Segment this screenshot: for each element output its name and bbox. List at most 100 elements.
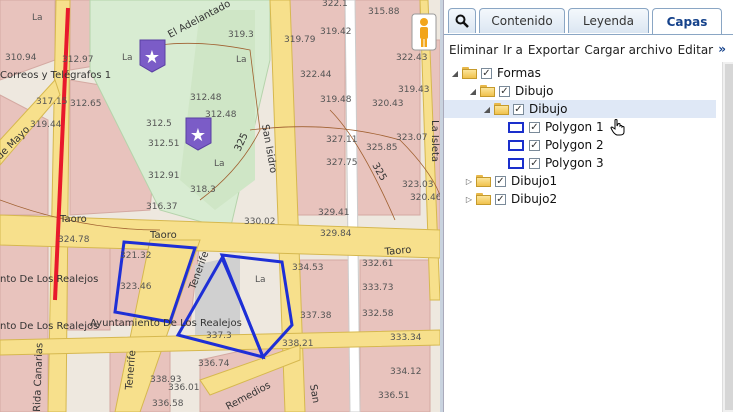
spot-height-label: 325.85	[366, 143, 398, 153]
spot-height-label: 333.73	[362, 283, 394, 293]
spot-height-label: 319.42	[320, 27, 352, 37]
spot-height-label: 332.61	[362, 259, 394, 269]
spot-height-label: 337.38	[300, 311, 332, 321]
map-canvas[interactable]: ★ ★ TaoroTaoroTaoroSan Isidro La IsletaRe…	[0, 0, 440, 412]
checkbox-checked[interactable]: ✓	[529, 139, 540, 151]
street-label: Correos y Telégrafos 1	[0, 69, 111, 81]
edit-button[interactable]: Editar	[678, 43, 714, 57]
street-label: nto De Los Realejos	[0, 274, 98, 285]
tree-node-polygon-1[interactable]: ✓ Polygon 1	[508, 118, 626, 136]
polygon-symbol-icon	[508, 139, 524, 151]
spot-height-label: 330.02	[244, 217, 276, 227]
tab-contenido[interactable]: Contenido	[479, 8, 565, 33]
spot-height-label: 327.11	[326, 135, 358, 145]
street-view-pegman-icon[interactable]	[411, 13, 437, 51]
svg-text:★: ★	[190, 125, 206, 146]
spot-height-label: 323.03	[402, 180, 434, 190]
scrollbar-thumb[interactable]	[725, 64, 733, 410]
street-label: nto De Los Realejos	[0, 321, 98, 332]
tree-node-label: Formas	[497, 66, 541, 80]
spot-height-label: 323.46	[120, 282, 152, 292]
checkbox-checked[interactable]: ✓	[495, 193, 506, 205]
spot-height-label: 334.53	[292, 263, 324, 273]
tree-node-dibujo1[interactable]: ▷ ✓ Dibujo1	[464, 172, 557, 190]
tab-leyenda[interactable]: Leyenda	[568, 8, 649, 33]
spot-height-label: 320.43	[372, 99, 404, 109]
area-label: La	[214, 159, 225, 169]
spot-height-label: 332.58	[362, 309, 394, 319]
spot-height-label: 312.97	[62, 55, 94, 65]
expand-arrow-icon[interactable]: ▷	[464, 195, 474, 204]
svg-text:★: ★	[144, 47, 160, 68]
folder-open-icon	[480, 85, 496, 97]
layer-tree: ◢ ✓ Formas ◢ ✓ Dibujo ◢ ✓ Dibujo ✓ Polyg…	[444, 62, 722, 412]
checkbox-checked[interactable]: ✓	[529, 157, 540, 169]
spot-height-label: 329.84	[320, 229, 352, 239]
checkbox-checked[interactable]: ✓	[481, 67, 492, 79]
map-view[interactable]: ★ ★ Taoro Taoro Taoro San Isidro La Isleta Re…	[0, 0, 440, 412]
export-button[interactable]: Exportar	[528, 43, 580, 57]
tree-node-polygon-3[interactable]: ✓ Polygon 3	[508, 154, 604, 172]
spot-height-label: 323.07	[396, 133, 428, 143]
goto-button[interactable]: Ir a	[503, 43, 523, 57]
spot-height-label: 324.78	[58, 235, 90, 245]
tree-node-label: Dibujo	[515, 84, 554, 98]
collapse-arrow-icon[interactable]: ◢	[450, 69, 460, 78]
panel-tabs: Contenido Leyenda Capas	[444, 0, 733, 35]
spot-height-label: 315.88	[368, 7, 400, 17]
area-label: La	[236, 55, 247, 65]
tree-node-dibujo-layer[interactable]: ◢ ✓ Dibujo	[444, 100, 716, 118]
tree-node-label: Dibujo	[529, 102, 568, 116]
collapse-arrow-icon[interactable]: ◢	[468, 87, 478, 96]
spot-height-label: 336.01	[168, 383, 200, 393]
poi-star-marker[interactable]: ★	[139, 39, 166, 73]
spot-height-label: 312.51	[148, 139, 180, 149]
spot-height-label: 312.48	[190, 93, 222, 103]
spot-height-label: 333.34	[390, 333, 422, 343]
street-label: Ayuntamiento De Los Realejos	[90, 318, 242, 329]
layers-panel: Contenido Leyenda Capas Eliminar Ir a Ex…	[443, 0, 733, 412]
spot-height-label: 320.46	[410, 193, 440, 203]
checkbox-checked[interactable]: ✓	[513, 103, 524, 115]
expand-arrow-icon[interactable]: ▷	[464, 177, 474, 186]
area-label: La	[122, 53, 133, 63]
folder-open-icon	[494, 103, 510, 115]
checkbox-checked[interactable]: ✓	[529, 121, 540, 133]
spot-height-label: 327.75	[326, 158, 358, 168]
toolbar-overflow-button[interactable]: »	[718, 42, 726, 56]
spot-height-label: 336.74	[198, 359, 230, 369]
tree-node-dibujo-group[interactable]: ◢ ✓ Dibujo	[468, 82, 554, 100]
checkbox-checked[interactable]: ✓	[495, 175, 506, 187]
spot-height-label: 338.21	[282, 339, 314, 349]
search-tab[interactable]	[448, 8, 476, 33]
area-label: La	[32, 13, 43, 23]
load-file-button[interactable]: Cargar archivo	[584, 43, 672, 57]
tab-capas[interactable]: Capas	[652, 8, 722, 34]
collapse-arrow-icon[interactable]: ◢	[482, 105, 492, 114]
spot-height-label: 319.44	[30, 120, 62, 130]
folder-icon	[476, 175, 492, 187]
spot-height-label: 337.3	[206, 331, 232, 341]
tree-node-label: Dibujo1	[511, 174, 558, 188]
tree-scrollbar[interactable]	[722, 62, 733, 412]
spot-height-label: 322.1	[322, 0, 348, 9]
checkbox-checked[interactable]: ✓	[499, 85, 510, 97]
spot-height-label: 319.3	[228, 30, 254, 40]
tree-node-formas[interactable]: ◢ ✓ Formas	[450, 64, 541, 82]
poi-star-marker[interactable]: ★	[185, 117, 212, 151]
tree-node-label: Polygon 3	[545, 156, 604, 170]
polygon-symbol-icon	[508, 121, 524, 133]
tree-node-polygon-2[interactable]: ✓ Polygon 2	[508, 136, 604, 154]
polygon-symbol-icon	[508, 157, 524, 169]
spot-height-label: 329.41	[318, 208, 350, 218]
spot-height-label: 334.12	[390, 367, 422, 377]
spot-height-label: 319.43	[398, 85, 430, 95]
street-label: Taoro	[149, 230, 177, 241]
spot-height-label: 312.48	[205, 110, 237, 120]
area-label: La	[255, 275, 266, 285]
folder-open-icon	[462, 67, 478, 79]
folder-icon	[476, 193, 492, 205]
spot-height-label: 310.94	[5, 53, 37, 63]
delete-button[interactable]: Eliminar	[449, 43, 498, 57]
tree-node-dibujo2[interactable]: ▷ ✓ Dibujo2	[464, 190, 557, 208]
